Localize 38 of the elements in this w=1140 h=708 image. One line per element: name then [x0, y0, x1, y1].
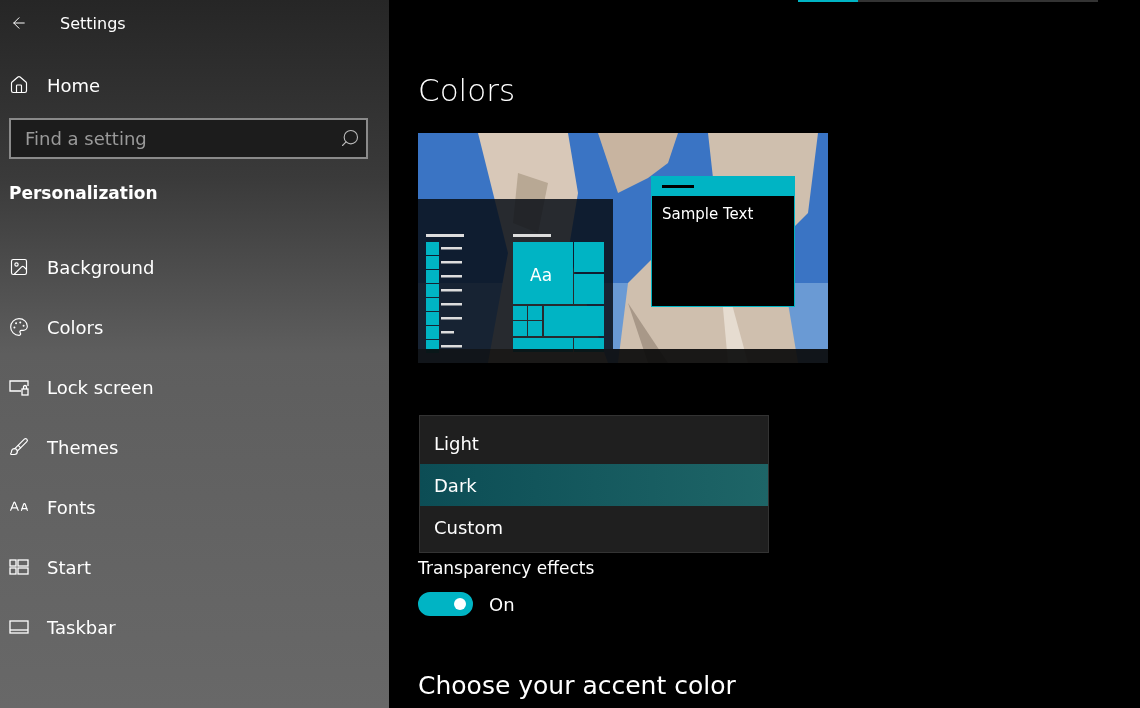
- home-icon: [9, 75, 29, 95]
- search-field[interactable]: Find a setting: [9, 118, 368, 159]
- section-heading: Personalization: [8, 182, 159, 205]
- titlebar-dash: [662, 185, 694, 188]
- menu-option[interactable]: Dark: [420, 464, 768, 506]
- section-heading: Choose your accent color: [418, 671, 737, 700]
- home-label: Home: [47, 74, 101, 96]
- sidebar-item[interactable]: Colors: [0, 297, 389, 357]
- tile-text: Aa: [530, 265, 553, 285]
- sidebar-item[interactable]: Start: [0, 537, 389, 597]
- sidebar-item[interactable]: Themes: [0, 417, 389, 477]
- page-title: Colors: [418, 71, 517, 110]
- palette-icon: [9, 317, 29, 337]
- search-icon: [340, 128, 360, 148]
- sidebar-item[interactable]: Lock screen: [0, 357, 389, 417]
- sidebar-item-label: Taskbar: [47, 616, 116, 638]
- sidebar-item-label: Background: [47, 256, 155, 278]
- brush-icon: [9, 437, 29, 457]
- toggle-switch[interactable]: [418, 592, 473, 616]
- menu-option[interactable]: Light: [420, 422, 768, 464]
- taskbar-icon: [9, 617, 29, 637]
- transparency-label: Transparency effects: [418, 558, 596, 578]
- toggle-state: On: [489, 593, 515, 615]
- window-title: Settings: [60, 13, 126, 33]
- home-item[interactable]: Home: [0, 60, 389, 110]
- sidebar-item-label: Lock screen: [47, 376, 154, 398]
- sidebar-item-label: Themes: [47, 436, 119, 458]
- sidebar-item[interactable]: Taskbar: [0, 597, 389, 657]
- sidebar-item-label: Fonts: [47, 496, 96, 518]
- sample-text: Sample Text: [662, 205, 754, 223]
- screen-lock-icon: [9, 377, 29, 397]
- tiles-icon: [9, 557, 29, 577]
- sidebar-item[interactable]: Fonts: [0, 477, 389, 537]
- sidebar-item-label: Colors: [47, 316, 104, 338]
- picture-icon: [9, 257, 29, 277]
- sidebar-item-label: Start: [47, 556, 91, 578]
- sidebar-item[interactable]: Background: [0, 237, 389, 297]
- menu-option[interactable]: Custom: [420, 506, 768, 548]
